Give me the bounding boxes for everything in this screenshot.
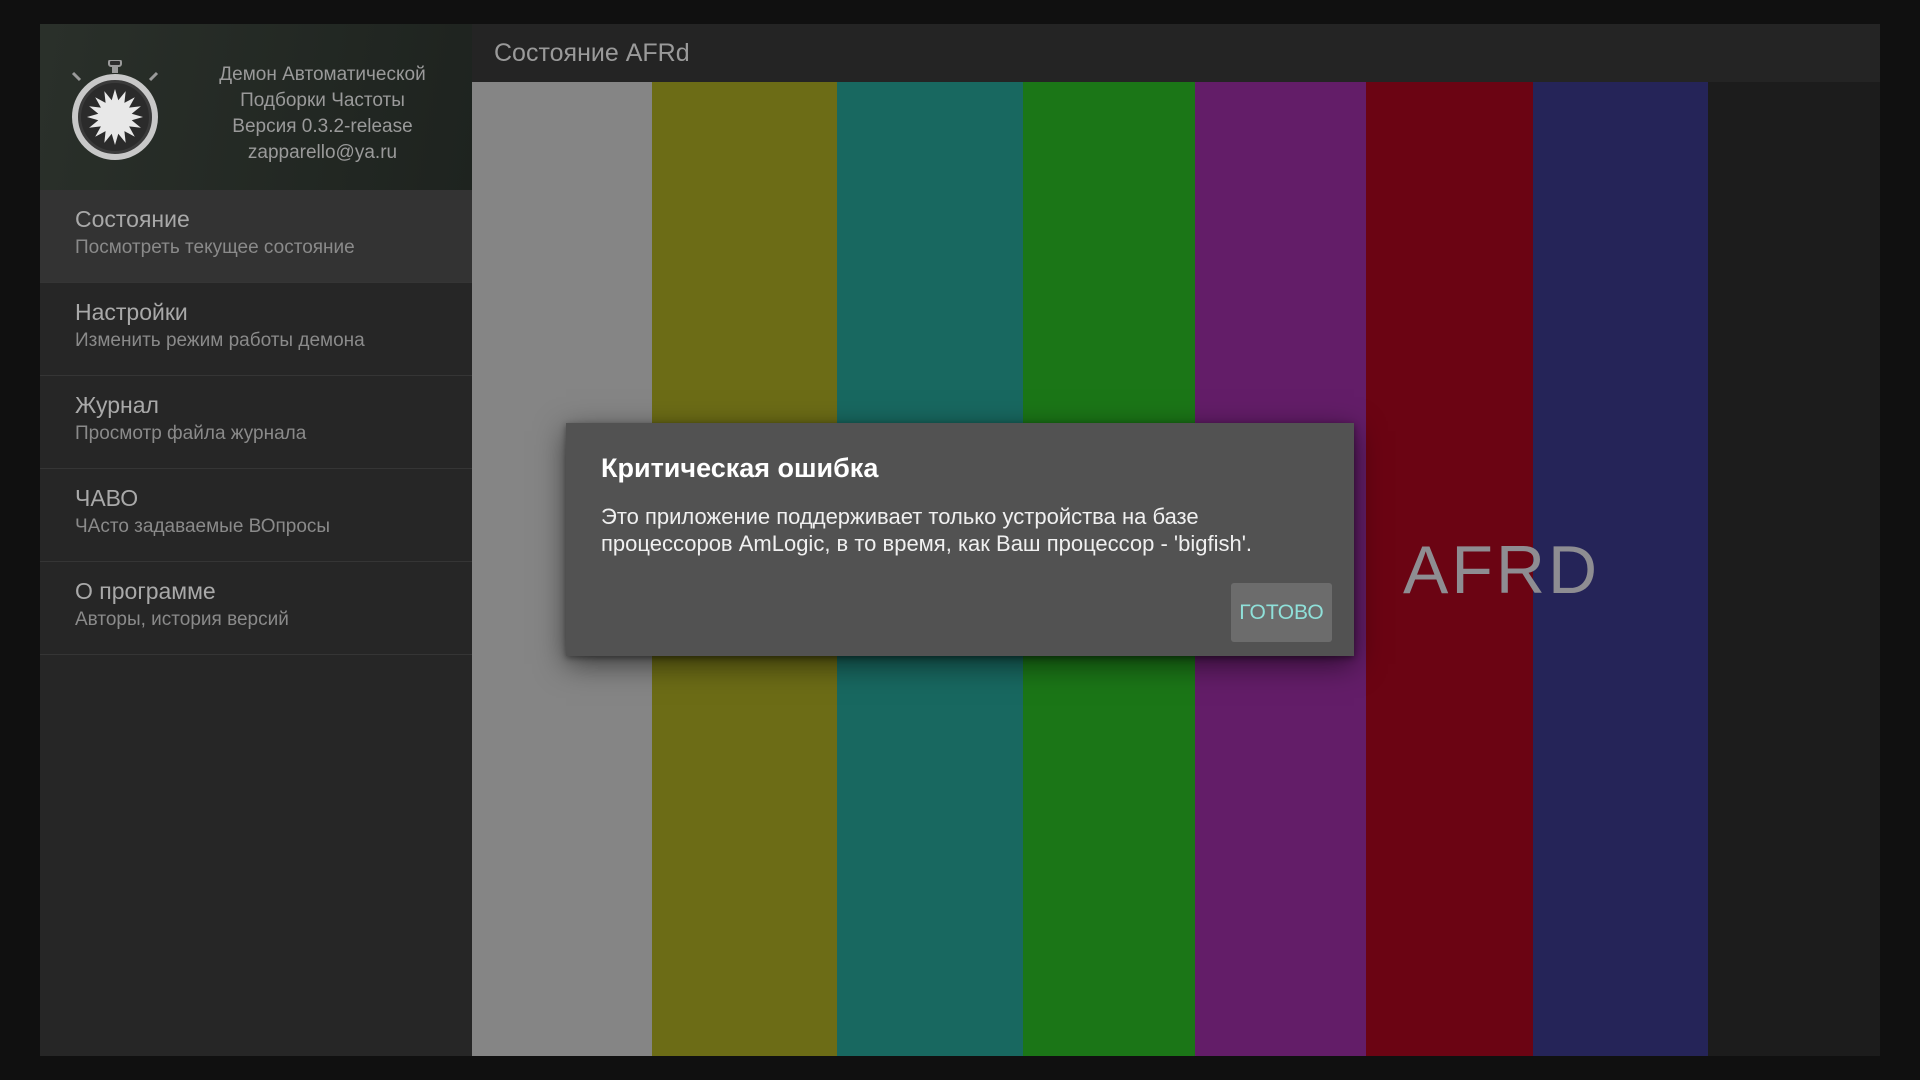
sidebar-item-status[interactable]: Состояние Посмотреть текущее состояние — [40, 190, 472, 283]
stopwatch-icon — [71, 60, 159, 160]
sidebar-item-title: Настройки — [75, 299, 188, 325]
author-email: zapparello@ya.ru — [247, 142, 398, 163]
sidebar-item-subtitle: Посмотреть текущее состояние — [75, 237, 355, 258]
critical-error-dialog: Критическая ошибка Это приложение поддер… — [566, 423, 1354, 656]
dialog-message-line2: процессоров AmLogic, в то время, как Ваш… — [601, 531, 1253, 556]
app-info: Демон Автоматической Подборки Частоты Ве… — [180, 62, 465, 166]
sidebar-item-settings[interactable]: Настройки Изменить режим работы демона — [40, 283, 472, 376]
sidebar-item-faq[interactable]: ЧАВО ЧАсто задаваемые ВОпросы — [40, 469, 472, 562]
page-title: Состояние AFRd — [494, 39, 690, 67]
sidebar-item-subtitle: Авторы, история версий — [75, 609, 289, 630]
sidebar-header: Демон Автоматической Подборки Частоты Ве… — [40, 24, 472, 190]
app-name-line2: Подборки Частоты — [240, 90, 405, 111]
sidebar-item-title: Журнал — [75, 392, 159, 418]
dialog-title: Критическая ошибка — [601, 453, 879, 483]
sidebar-menu: Состояние Посмотреть текущее состояние Н… — [40, 190, 472, 655]
sidebar-item-subtitle: ЧАсто задаваемые ВОпросы — [75, 516, 331, 537]
done-button[interactable]: ГОТОВО — [1231, 583, 1332, 642]
afrd-logo-text: AFRD — [1403, 532, 1601, 608]
sidebar: Демон Автоматической Подборки Частоты Ве… — [40, 24, 472, 1056]
toolbar: Состояние AFRd — [472, 24, 1880, 82]
sidebar-item-about[interactable]: О программе Авторы, история версий — [40, 562, 472, 655]
sidebar-item-subtitle: Просмотр файла журнала — [75, 423, 307, 444]
sidebar-item-subtitle: Изменить режим работы демона — [75, 330, 365, 351]
sidebar-item-title: Состояние — [75, 206, 190, 232]
sidebar-item-title: ЧАВО — [75, 485, 139, 511]
app-version: Версия 0.3.2-release — [232, 116, 413, 137]
app-name-line1: Демон Автоматической — [219, 64, 426, 85]
dialog-message: Это приложение поддерживает только устро… — [601, 503, 1331, 557]
sidebar-item-log[interactable]: Журнал Просмотр файла журнала — [40, 376, 472, 469]
sidebar-item-title: О программе — [75, 578, 216, 604]
logo-star — [87, 89, 143, 145]
dialog-message-line1: Это приложение поддерживает только устро… — [601, 504, 1199, 529]
